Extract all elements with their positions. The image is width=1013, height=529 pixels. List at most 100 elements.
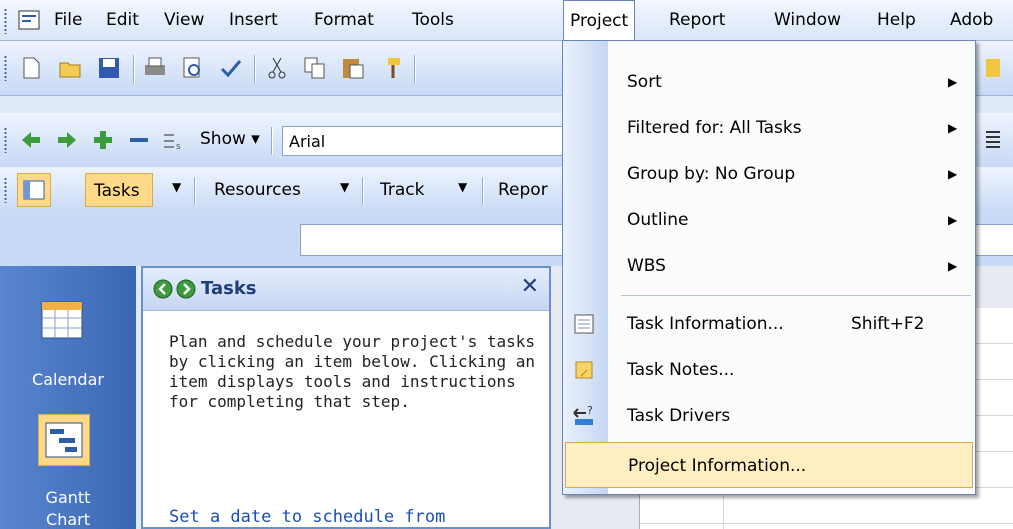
menu-item-label: Task Notes...	[627, 360, 735, 380]
paste-icon[interactable]	[340, 55, 366, 81]
menu-item-group-by[interactable]: Group by: No Group ▶	[563, 151, 975, 197]
menubar-grip[interactable]	[4, 8, 7, 34]
tasks-pane-header: Tasks ✕	[143, 268, 549, 311]
toolbar-separator	[254, 55, 255, 83]
arrow-right-icon[interactable]	[54, 127, 80, 153]
guide-icon	[23, 180, 45, 200]
menu-report[interactable]: Report	[669, 10, 725, 30]
menu-item-sort[interactable]: Sort ▶	[563, 59, 975, 105]
app-menu-icon[interactable]	[17, 8, 41, 32]
format-painter-icon[interactable]	[378, 55, 404, 81]
new-icon[interactable]	[18, 55, 44, 81]
toolbar-overflow-icon[interactable]	[980, 55, 1006, 81]
submenu-arrow-icon: ▶	[948, 259, 958, 273]
menu-window[interactable]: Window	[774, 10, 841, 30]
menu-insert[interactable]: Insert	[229, 10, 278, 30]
save-icon[interactable]	[96, 55, 122, 81]
menu-item-label: Group by: No Group	[627, 164, 796, 184]
menu-item-label: Filtered for: All Tasks	[627, 118, 802, 138]
set-date-link[interactable]: Set a date to schedule from	[169, 507, 445, 527]
menu-help[interactable]: Help	[877, 10, 916, 30]
menu-item-filtered-for[interactable]: Filtered for: All Tasks ▶	[563, 105, 975, 151]
copy-icon[interactable]	[302, 55, 328, 81]
resources-button[interactable]: Resources	[214, 180, 301, 200]
print-preview-icon[interactable]	[180, 55, 206, 81]
svg-text:s: s	[176, 142, 181, 152]
arrow-left-icon[interactable]	[18, 127, 44, 153]
font-value: Arial	[289, 132, 326, 151]
toolbar-separator	[194, 177, 195, 205]
menu-item-label: Project Information...	[628, 456, 807, 476]
open-icon[interactable]	[58, 55, 84, 81]
show-outline-icon[interactable]: s	[160, 127, 186, 153]
track-button[interactable]: Track	[380, 180, 424, 200]
menu-item-outline[interactable]: Outline ▶	[563, 197, 975, 243]
calendar-icon	[41, 301, 83, 339]
menu-item-project-information[interactable]: Project Information...	[565, 442, 973, 488]
toolbar-grip[interactable]	[4, 127, 7, 153]
menu-item-task-drivers[interactable]: ? Task Drivers	[563, 393, 975, 439]
hide-subtasks-icon[interactable]	[126, 127, 152, 153]
guide-toggle-button[interactable]	[17, 173, 51, 207]
menu-format[interactable]: Format	[314, 10, 374, 30]
toolbar-separator	[482, 177, 483, 205]
calendar-label: Calendar	[32, 370, 104, 389]
menu-item-label: Task Information...	[627, 314, 784, 334]
toolbar-grip[interactable]	[4, 55, 7, 81]
calendar-view-button[interactable]	[38, 296, 86, 344]
report-button[interactable]: Repor	[498, 180, 548, 200]
project-menu: Sort ▶ Filtered for: All Tasks ▶ Group b…	[562, 40, 976, 495]
menu-tools[interactable]: Tools	[412, 10, 454, 30]
menu-project[interactable]: Project	[563, 0, 636, 40]
menu-item-task-information[interactable]: Task Information... Shift+F2	[563, 301, 975, 347]
submenu-arrow-icon: ▶	[948, 167, 958, 181]
menu-item-wbs[interactable]: WBS ▶	[563, 243, 975, 289]
tasks-button[interactable]: Tasks	[85, 173, 153, 207]
toolbar-separator	[133, 55, 134, 83]
menu-view[interactable]: View	[164, 10, 204, 30]
toolbar-separator	[414, 55, 415, 83]
submenu-arrow-icon: ▶	[948, 75, 958, 89]
tasks-pane-description: Plan and schedule your project's tasks b…	[169, 332, 536, 411]
font-select[interactable]: Arial	[282, 126, 564, 156]
gantt-view-button[interactable]	[38, 414, 90, 466]
submenu-arrow-icon: ▶	[948, 121, 958, 135]
gantt-chart-icon	[45, 422, 83, 458]
toolbar-grip[interactable]	[4, 177, 7, 203]
tasks-pane: Tasks ✕ Plan and schedule your project's…	[141, 266, 551, 529]
cut-icon[interactable]	[264, 55, 290, 81]
align-icon[interactable]	[980, 127, 1006, 153]
task-drivers-icon: ?	[573, 404, 593, 425]
spelling-icon[interactable]	[218, 55, 244, 81]
menu-item-label: Sort	[627, 72, 662, 92]
resources-dropdown-arrow-icon[interactable]: ▼	[340, 180, 349, 194]
menu-adobe[interactable]: Adob	[950, 10, 993, 30]
menu-item-task-notes[interactable]: Task Notes...	[563, 347, 975, 393]
forward-icon[interactable]	[176, 279, 196, 299]
tasks-label: Tasks	[94, 181, 140, 201]
gantt-label: Gantt	[45, 488, 91, 507]
tasks-dropdown-arrow-icon[interactable]: ▼	[172, 180, 181, 194]
tasks-pane-title: Tasks	[201, 278, 257, 299]
toolbar-separator	[362, 177, 363, 205]
menu-item-shortcut: Shift+F2	[851, 314, 925, 334]
view-bar: Calendar Gantt Chart	[0, 266, 136, 529]
close-icon[interactable]: ✕	[521, 274, 539, 299]
menu-item-label: WBS	[627, 256, 666, 276]
menu-item-label: Outline	[627, 210, 689, 230]
gantt-label-chart: Chart	[46, 510, 90, 529]
menu-separator	[621, 295, 971, 296]
show-subtasks-icon[interactable]	[90, 127, 116, 153]
svg-text:?: ?	[587, 404, 593, 417]
back-icon[interactable]	[153, 279, 173, 299]
submenu-arrow-icon: ▶	[948, 213, 958, 227]
menu-edit[interactable]: Edit	[106, 10, 139, 30]
track-dropdown-arrow-icon[interactable]: ▼	[458, 180, 467, 194]
print-icon[interactable]	[142, 55, 168, 81]
show-dropdown[interactable]: Show ▾	[200, 129, 260, 149]
menu-item-label: Task Drivers	[627, 406, 731, 426]
task-information-icon	[574, 314, 594, 334]
task-notes-icon	[575, 361, 593, 379]
menu-bar: File Edit View Insert Format Tools Proje…	[0, 0, 1013, 41]
menu-file[interactable]: File	[54, 10, 82, 30]
